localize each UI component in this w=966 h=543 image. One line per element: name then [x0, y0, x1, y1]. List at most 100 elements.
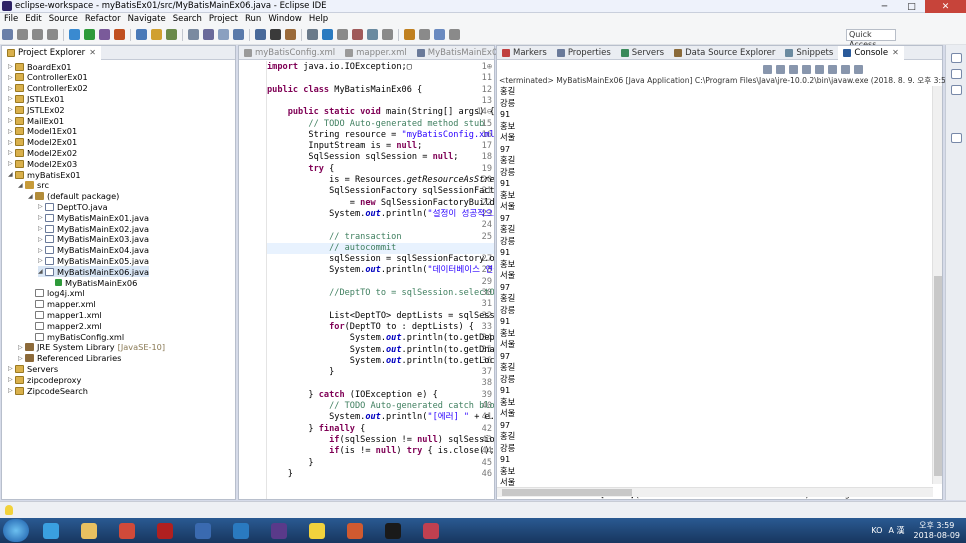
- close-button[interactable]: ✕: [925, 0, 966, 13]
- java-ee-icon[interactable]: [419, 29, 430, 40]
- tree-item[interactable]: ▷ ControllerEx02: [8, 83, 88, 94]
- expand-arrow-icon[interactable]: ▷: [8, 74, 15, 81]
- tab-data-source-explorer[interactable]: Data Source Explorer: [669, 46, 780, 60]
- code-line[interactable]: //DeptTO to = sqlSession.selectOne();: [267, 288, 494, 299]
- terminate-icon[interactable]: [763, 65, 772, 74]
- tree-item[interactable]: ▷ JRE System Library [JavaSE-10]: [18, 342, 165, 353]
- code-line[interactable]: }: [267, 469, 494, 480]
- code-line[interactable]: is = Resources.getResourceAsStream(resou…: [267, 175, 494, 186]
- code-line[interactable]: [267, 299, 494, 310]
- code-line[interactable]: System.out.println("설정이 성공적으로");: [267, 209, 494, 220]
- code-line[interactable]: System.out.println("데이터베이스 연결");: [267, 265, 494, 276]
- java-icon[interactable]: [434, 29, 445, 40]
- new-package-icon[interactable]: [166, 29, 177, 40]
- next-annotation-icon[interactable]: [307, 29, 318, 40]
- vscode-taskbar-button[interactable]: [223, 520, 259, 541]
- scroll-thumb[interactable]: [502, 489, 632, 496]
- tree-item[interactable]: ▷ MyBatisMainEx05.java: [38, 255, 149, 266]
- search-icon[interactable]: [188, 29, 199, 40]
- code-line[interactable]: InputStream is = null;: [267, 141, 494, 152]
- mark-occurrences-icon[interactable]: [233, 29, 244, 40]
- code-line[interactable]: // TODO Auto-generated catch block: [267, 401, 494, 412]
- expand-arrow-icon[interactable]: ▷: [8, 85, 15, 92]
- expand-arrow-icon[interactable]: ▷: [18, 355, 25, 362]
- expand-arrow-icon[interactable]: ▷: [38, 203, 45, 210]
- expand-arrow-icon[interactable]: ▷: [8, 139, 15, 146]
- code-line[interactable]: [267, 96, 494, 107]
- code-line[interactable]: SqlSessionFactory sqlSessionFactory: [267, 186, 494, 197]
- expand-arrow-icon[interactable]: ▷: [38, 247, 45, 254]
- code-line[interactable]: }: [267, 367, 494, 378]
- open-console-icon[interactable]: [854, 65, 863, 74]
- tree-item[interactable]: ▷ Model1Ex01: [8, 126, 77, 137]
- tree-item[interactable]: ▷ MyBatisMainEx02.java: [38, 223, 149, 234]
- scroll-thumb[interactable]: [934, 276, 942, 476]
- code-line[interactable]: // transaction: [267, 232, 494, 243]
- tree-item[interactable]: log4j.xml: [28, 288, 85, 299]
- pin-icon[interactable]: [285, 29, 296, 40]
- code-line[interactable]: List<DeptTO> deptLists = sqlSession.sele…: [267, 311, 494, 322]
- menu-navigate[interactable]: Navigate: [124, 14, 169, 24]
- tree-item[interactable]: MyBatisMainEx06: [48, 277, 137, 288]
- code-line[interactable]: import java.io.IOException;▢: [267, 62, 494, 73]
- tree-item[interactable]: ◢ (default package): [28, 191, 119, 202]
- expand-arrow-icon[interactable]: ▷: [38, 257, 45, 264]
- code-line[interactable]: }: [267, 458, 494, 469]
- menu-window[interactable]: Window: [264, 14, 305, 24]
- debug-icon[interactable]: [69, 29, 80, 40]
- tab-console[interactable]: Console ✕: [838, 45, 904, 60]
- code-line[interactable]: System.out.println(to.getLoc());: [267, 356, 494, 367]
- tree-item[interactable]: ▷ JSTLEx02: [8, 104, 65, 115]
- code-line[interactable]: [267, 220, 494, 231]
- menu-help[interactable]: Help: [305, 14, 331, 24]
- menu-edit[interactable]: Edit: [21, 14, 44, 24]
- snipping-taskbar-button[interactable]: [413, 520, 449, 541]
- close-icon[interactable]: ✕: [892, 48, 899, 57]
- tab-project-explorer[interactable]: Project Explorer ✕: [2, 45, 101, 60]
- expand-arrow-icon[interactable]: ▷: [8, 106, 15, 113]
- quick-access-input[interactable]: Quick Access: [846, 29, 896, 49]
- tree-item[interactable]: ◢ src: [18, 180, 49, 191]
- debug-perspective-icon[interactable]: [449, 29, 460, 40]
- tree-item[interactable]: ▷ MyBatisMainEx01.java: [38, 212, 149, 223]
- expand-arrow-icon[interactable]: ▷: [8, 63, 15, 70]
- language-indicator[interactable]: A 漢: [885, 525, 907, 536]
- code-line[interactable]: [267, 73, 494, 84]
- run-icon[interactable]: [84, 29, 95, 40]
- code-line[interactable]: // autocommit: [267, 242, 494, 254]
- expand-arrow-icon[interactable]: ▷: [38, 214, 45, 221]
- expand-arrow-open-icon[interactable]: ◢: [18, 182, 25, 189]
- tree-item[interactable]: ▷ MyBatisMainEx04.java: [38, 245, 149, 256]
- open-type-icon[interactable]: [151, 29, 162, 40]
- horizontal-scrollbar[interactable]: [497, 487, 933, 497]
- powerpoint-taskbar-button[interactable]: [337, 520, 373, 541]
- editor-tab[interactable]: mapper.xml: [340, 46, 412, 60]
- expand-arrow-open-icon[interactable]: ◢: [28, 193, 35, 200]
- expand-arrow-open-icon[interactable]: ◢: [38, 268, 45, 275]
- code-line[interactable]: String resource = "myBatisConfig.xml";: [267, 130, 494, 141]
- forward-icon[interactable]: [367, 29, 378, 40]
- display-console-icon[interactable]: [841, 65, 850, 74]
- tab-markers[interactable]: Markers: [497, 46, 552, 60]
- explorer-taskbar-button[interactable]: [71, 520, 107, 541]
- remove-all-icon[interactable]: [789, 65, 798, 74]
- expand-arrow-icon[interactable]: ▷: [8, 95, 15, 102]
- expand-arrow-icon[interactable]: ▷: [8, 117, 15, 124]
- menu-source[interactable]: Source: [45, 14, 81, 24]
- pin-console-icon[interactable]: [828, 65, 837, 74]
- tree-item[interactable]: ▷ zipcodeproxy: [8, 374, 81, 385]
- ime-indicator[interactable]: KO: [868, 526, 885, 535]
- eclipse-taskbar-taskbar-button[interactable]: [261, 520, 297, 541]
- new-server-icon[interactable]: [136, 29, 147, 40]
- tab-servers[interactable]: Servers: [616, 46, 669, 60]
- code-line[interactable]: System.out.println("[에러] " + e.getMessag…: [267, 412, 494, 423]
- code-line[interactable]: } finally {: [267, 424, 494, 435]
- menu-run[interactable]: Run: [241, 14, 264, 24]
- code-line[interactable]: = new SqlSessionFactoryBuilder().build(i…: [267, 198, 494, 209]
- code-line[interactable]: } catch (IOException e) {: [267, 390, 494, 401]
- code-line[interactable]: SqlSession sqlSession = null;: [267, 152, 494, 163]
- start-button[interactable]: [3, 519, 29, 542]
- code-line[interactable]: for(DeptTO to : deptLists) {: [267, 322, 494, 333]
- prev-annotation-icon[interactable]: [322, 29, 333, 40]
- tree-item[interactable]: ▷ ControllerEx01: [8, 72, 88, 83]
